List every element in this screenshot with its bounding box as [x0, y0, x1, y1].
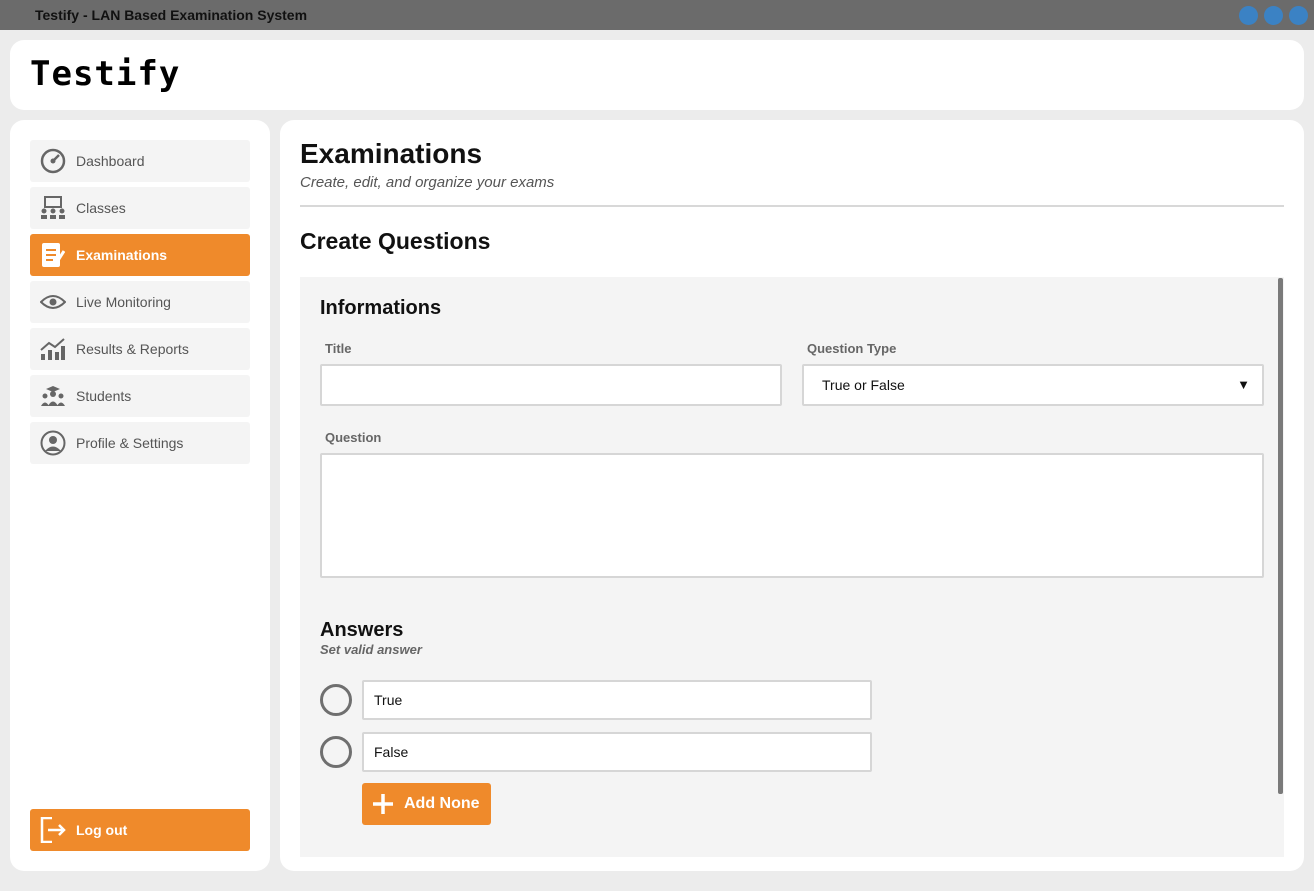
logout-icon — [30, 817, 76, 843]
sidebar-item-dashboard[interactable]: Dashboard — [30, 140, 250, 182]
maximize-button[interactable] — [1264, 6, 1283, 25]
sidebar-item-label: Live Monitoring — [76, 294, 171, 310]
section-title: Create Questions — [300, 228, 491, 254]
question-form-panel[interactable]: Informations Title Question Type True or… — [300, 277, 1284, 857]
sidebar-item-profile-settings[interactable]: Profile & Settings — [30, 422, 250, 464]
sidebar-item-label: Results & Reports — [76, 341, 189, 357]
sidebar-item-live-monitoring[interactable]: Live Monitoring — [30, 281, 250, 323]
sidebar: Dashboard Classes Examinations Live Moni… — [10, 120, 270, 871]
sidebar-item-label: Profile & Settings — [76, 435, 184, 451]
classroom-icon — [30, 196, 76, 220]
window-title: Testify - LAN Based Examination System — [35, 7, 308, 23]
panel-scrollbar[interactable] — [1278, 278, 1283, 794]
sidebar-item-students[interactable]: Students — [30, 375, 250, 417]
question-type-select[interactable]: True or False ▼ — [802, 364, 1264, 406]
students-icon — [30, 385, 76, 407]
add-none-button[interactable]: Add None — [362, 783, 491, 825]
speedometer-icon — [30, 148, 76, 174]
answers-subtitle: Set valid answer — [320, 642, 422, 657]
user-circle-icon — [30, 430, 76, 456]
answers-heading: Answers — [320, 619, 404, 641]
answer-input-true[interactable]: True — [362, 680, 872, 720]
informations-heading: Informations — [320, 297, 442, 319]
logout-label: Log out — [76, 822, 128, 838]
testify-logo: Testify — [30, 54, 181, 94]
sidebar-item-examinations[interactable]: Examinations — [30, 234, 250, 276]
eye-icon — [30, 293, 76, 311]
page-title: Examinations — [300, 138, 483, 169]
sidebar-item-results-reports[interactable]: Results & Reports — [30, 328, 250, 370]
answer-radio-false[interactable] — [320, 736, 352, 768]
logout-button[interactable]: Log out — [30, 809, 250, 851]
question-label: Question — [325, 430, 382, 445]
answer-radio-true[interactable] — [320, 684, 352, 716]
answer-input-false[interactable]: False — [362, 732, 872, 772]
sidebar-item-label: Examinations — [76, 247, 168, 263]
close-button[interactable] — [1289, 6, 1308, 25]
app-header: Testify — [10, 40, 1304, 110]
main-content: Examinations Create, edit, and organize … — [280, 120, 1304, 871]
add-none-label: Add None — [404, 795, 480, 812]
plus-icon — [362, 793, 404, 815]
window-titlebar: Testify - LAN Based Examination System — [0, 0, 1314, 30]
sidebar-item-label: Students — [76, 388, 132, 404]
question-type-value: True or False — [822, 377, 905, 393]
exam-paper-icon — [30, 242, 76, 268]
sidebar-item-label: Classes — [76, 200, 126, 216]
question-type-label: Question Type — [807, 341, 897, 356]
page-subtitle: Create, edit, and organize your exams — [300, 174, 555, 191]
title-input[interactable] — [320, 364, 782, 406]
divider — [300, 205, 1284, 207]
title-label: Title — [325, 341, 352, 356]
sidebar-item-classes[interactable]: Classes — [30, 187, 250, 229]
minimize-button[interactable] — [1239, 6, 1258, 25]
sidebar-item-label: Dashboard — [76, 153, 145, 169]
chart-trend-icon — [30, 338, 76, 360]
dropdown-arrow-icon: ▼ — [1237, 377, 1250, 392]
question-textarea[interactable] — [320, 453, 1264, 578]
